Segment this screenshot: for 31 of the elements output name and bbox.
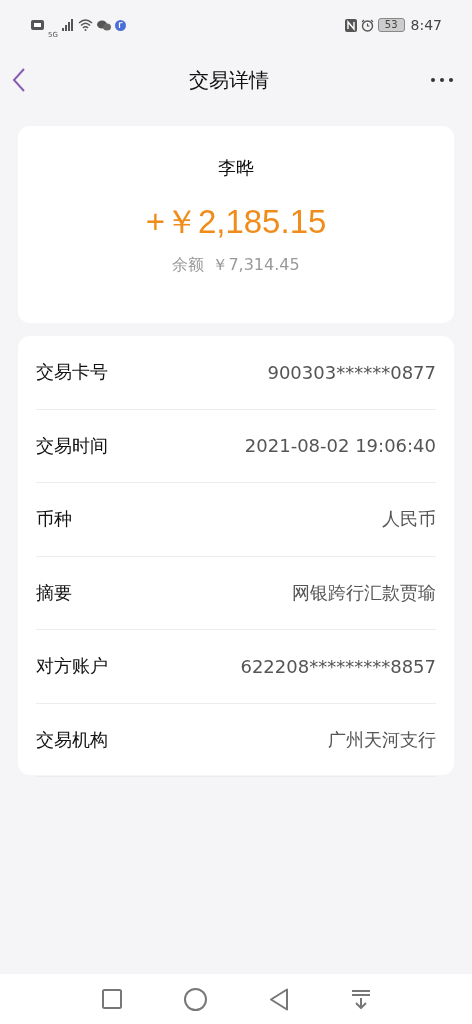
detail-value: 900303******0877 [267, 361, 436, 383]
detail-value: 网银跨行汇款贾瑜 [292, 580, 436, 605]
square-icon[interactable] [101, 989, 122, 1009]
wifi-icon [77, 19, 93, 31]
home-icon[interactable] [183, 987, 207, 1011]
clock-time: 8:47 [410, 17, 442, 33]
balance-value: ￥7,314.45 [212, 255, 300, 276]
detail-label: 交易时间 [36, 433, 108, 458]
detail-label: 交易机构 [36, 727, 108, 752]
page-title: 交易详情 [188, 66, 269, 94]
more-icon[interactable] [431, 78, 453, 82]
detail-value: 2021-08-02 19:06:40 [244, 435, 436, 457]
signal-icon [61, 19, 74, 31]
notification-icon[interactable] [350, 989, 371, 1009]
payer-name: 李晔 [218, 156, 254, 180]
detail-value: 622208*********8857 [240, 655, 436, 677]
battery-icon: 53 [377, 18, 405, 32]
nfc-icon [344, 18, 357, 32]
detail-label: 交易卡号 [36, 360, 108, 385]
detail-label: 币种 [36, 507, 72, 532]
back-triangle-icon[interactable] [268, 987, 289, 1011]
detail-label: 对方账户 [36, 654, 108, 679]
detail-value: 人民币 [382, 507, 436, 532]
back-icon[interactable] [12, 68, 26, 92]
detail-label: 摘要 [36, 580, 72, 605]
alarm-icon [360, 18, 374, 32]
chat-icon [96, 19, 111, 31]
music-icon [114, 19, 126, 31]
balance-label: 余额 [172, 255, 205, 276]
detail-value: 广州天河支行 [328, 727, 436, 752]
amount-text: +￥2,185.15 [145, 202, 327, 242]
